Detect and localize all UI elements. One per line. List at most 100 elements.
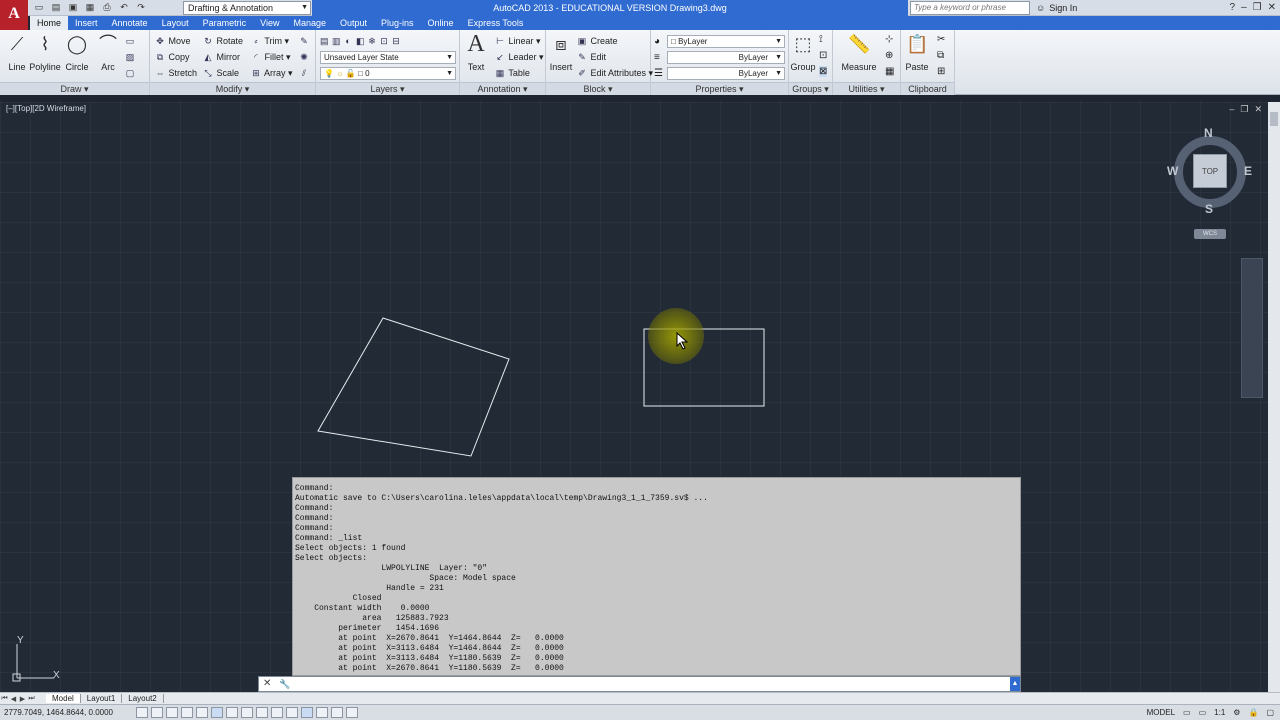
close-command-line-icon[interactable]: ✕	[263, 677, 271, 691]
block-panel-title[interactable]: Block ▾	[546, 82, 650, 95]
tab-manage[interactable]: Manage	[286, 16, 333, 30]
open-icon[interactable]: ▤	[49, 1, 63, 14]
wcs-menu-button[interactable]: WCS	[1194, 229, 1226, 239]
region-button[interactable]: ▢	[124, 66, 136, 80]
osnap-toggle[interactable]	[211, 707, 223, 718]
layer-off-icon[interactable]: ◐	[344, 34, 356, 48]
workspace-switch-icon[interactable]: ⚙	[1233, 705, 1240, 720]
command-history-toggle-icon[interactable]: ▲	[1010, 677, 1020, 691]
tab-online[interactable]: Online	[421, 16, 461, 30]
tab-express-tools[interactable]: Express Tools	[461, 16, 531, 30]
quick-select-icon[interactable]: ⊹	[885, 34, 893, 45]
tab-home[interactable]: Home	[30, 16, 69, 30]
clean-screen-icon[interactable]: ▢	[1266, 705, 1274, 720]
viewport-label[interactable]: [–][Top][2D Wireframe]	[6, 104, 86, 113]
model-space-button[interactable]: MODEL	[1147, 705, 1175, 720]
viewport-restore-icon[interactable]: ❐	[1240, 104, 1248, 115]
insert-button[interactable]: ⧈ Insert	[546, 33, 576, 75]
vertical-scrollbar[interactable]	[1268, 102, 1280, 692]
annotation-panel-title[interactable]: Annotation ▾	[460, 82, 545, 95]
linear-dimension-button[interactable]: ⊢ Linear ▾	[494, 34, 541, 48]
mirror-button[interactable]: ◭ Mirror	[202, 50, 240, 64]
tab-layout2[interactable]: Layout2	[122, 694, 164, 703]
group-selection-icon[interactable]: ⊠	[819, 66, 828, 77]
copy-base-icon[interactable]: ⊞	[937, 66, 945, 77]
command-history-window[interactable]: Command: Automatic save to C:\Users\carol…	[292, 477, 1021, 676]
undo-icon[interactable]: ↶	[117, 1, 131, 14]
tab-annotate[interactable]: Annotate	[105, 16, 155, 30]
array-button[interactable]: ⊞ Array ▾	[250, 66, 292, 80]
prev-layout-icon[interactable]: ◀	[9, 695, 18, 703]
last-layout-icon[interactable]: ⏭	[27, 695, 36, 703]
rectangle-button[interactable]: ▭	[124, 34, 136, 48]
workspace-select[interactable]: Drafting & Annotation ▼	[183, 1, 311, 15]
rotate-button[interactable]: ↻ Rotate	[202, 34, 243, 48]
layer-match-icon[interactable]: ⊟	[392, 34, 404, 48]
3d-osnap-toggle[interactable]	[226, 707, 238, 718]
next-layout-icon[interactable]: ▶	[18, 695, 27, 703]
ungroup-icon[interactable]: ⟟	[819, 34, 823, 45]
tab-layout1[interactable]: Layout1	[81, 694, 123, 703]
tab-parametric[interactable]: Parametric	[196, 16, 254, 30]
layer-state-select[interactable]: Unsaved Layer State ▼	[320, 51, 456, 64]
quick-view-layouts-icon[interactable]: ▭	[1183, 705, 1191, 720]
tab-insert[interactable]: Insert	[68, 16, 105, 30]
hatch-button[interactable]: ▨	[124, 50, 136, 64]
edit-attributes-button[interactable]: ✐ Edit Attributes ▾	[576, 66, 653, 80]
minimize-icon[interactable]: –	[1241, 0, 1247, 16]
plot-icon[interactable]: ⎙	[100, 1, 114, 14]
viewport-minimize-icon[interactable]: –	[1229, 104, 1234, 115]
fillet-button[interactable]: ◜ Fillet ▾	[250, 50, 290, 64]
first-layout-icon[interactable]: ⏮	[0, 695, 9, 703]
quick-view-drawings-icon[interactable]: ▭	[1199, 705, 1207, 720]
utilities-panel-title[interactable]: Utilities ▾	[833, 82, 900, 95]
snap-toggle[interactable]	[151, 707, 163, 718]
erase-button[interactable]: ✎	[298, 34, 310, 48]
search-input[interactable]: Type a keyword or phrase	[910, 1, 1030, 15]
calculator-icon[interactable]: ▦	[885, 66, 894, 77]
annotation-scale[interactable]: 1:1	[1214, 705, 1225, 720]
group-edit-icon[interactable]: ⊡	[819, 50, 827, 61]
circle-button[interactable]: ◯ Circle	[60, 33, 94, 75]
sign-in-button[interactable]: ☺ Sign In	[1036, 1, 1077, 15]
am-toggle[interactable]	[346, 707, 358, 718]
tpy-toggle[interactable]	[301, 707, 313, 718]
cursor-coordinates[interactable]: 2779.7049, 1464.8644, 0.0000	[4, 705, 113, 720]
create-block-button[interactable]: ▣ Create	[576, 34, 618, 48]
draw-panel-title[interactable]: Draw ▾	[0, 82, 149, 95]
layer-isolate-icon[interactable]: ◧	[356, 34, 368, 48]
clipboard-panel-title[interactable]: Clipboard	[901, 82, 954, 95]
compass-west[interactable]: W	[1167, 164, 1178, 178]
ortho-toggle[interactable]	[181, 707, 193, 718]
application-menu-button[interactable]: A	[0, 0, 28, 30]
layer-lock-icon[interactable]: ⊡	[380, 34, 392, 48]
compass-east[interactable]: E	[1244, 164, 1252, 178]
color-select[interactable]: □ ByLayer ▼	[667, 35, 785, 48]
group-button[interactable]: ⬚ Group	[789, 33, 817, 75]
cut-icon[interactable]: ✂	[937, 34, 945, 45]
viewport-close-icon[interactable]: ✕	[1254, 104, 1262, 115]
compass-south[interactable]: S	[1205, 202, 1213, 216]
layer-state-icon[interactable]: ▥	[332, 34, 344, 48]
polar-toggle[interactable]	[196, 707, 208, 718]
offset-button[interactable]: ⫽	[298, 66, 310, 80]
ducs-toggle[interactable]	[256, 707, 268, 718]
redo-icon[interactable]: ↷	[134, 1, 148, 14]
explode-button[interactable]: ✺	[298, 50, 310, 64]
copy-button[interactable]: ⧉ Copy	[154, 50, 190, 64]
infer-constraints-toggle[interactable]	[136, 707, 148, 718]
wrench-icon[interactable]: 🔧	[279, 677, 290, 691]
copy-clip-icon[interactable]: ⧉	[937, 50, 944, 61]
qp-toggle[interactable]	[316, 707, 328, 718]
maximize-icon[interactable]: ❐	[1253, 0, 1262, 16]
move-button[interactable]: ✥ Move	[154, 34, 190, 48]
measure-button[interactable]: 📏 Measure	[839, 33, 879, 75]
layer-freeze-icon[interactable]: ❄	[368, 34, 380, 48]
save-as-icon[interactable]: ▦	[83, 1, 97, 14]
tab-layout[interactable]: Layout	[155, 16, 196, 30]
viewcube-top-face[interactable]: TOP	[1193, 154, 1227, 188]
arc-button[interactable]: ⌒ Arc	[91, 33, 125, 75]
lineweight-select[interactable]: ByLayer ▼	[667, 51, 785, 64]
new-icon[interactable]: ▭	[32, 1, 46, 14]
linetype-select[interactable]: ByLayer ▼	[667, 67, 785, 80]
